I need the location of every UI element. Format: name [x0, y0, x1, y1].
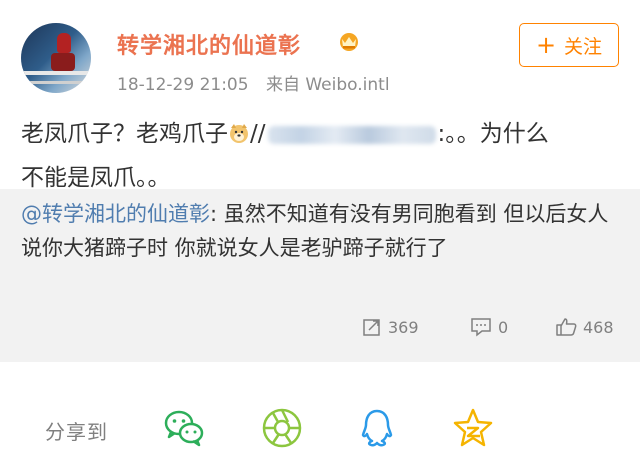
- post-header: 转学湘北的仙道彰 18-12-29 21:05 来自 Weibo.intl + …: [0, 0, 640, 100]
- thumbs-up-icon: [556, 318, 577, 336]
- moments-icon[interactable]: [260, 406, 304, 450]
- comment-count: 0: [498, 317, 509, 337]
- share-label: 分享到: [45, 420, 108, 444]
- doge-emoji-icon: [230, 124, 248, 143]
- plus-icon: +: [535, 31, 557, 59]
- post-meta: 18-12-29 21:05 来自 Weibo.intl: [117, 70, 402, 95]
- timestamp: 18-12-29 21:05: [117, 75, 249, 95]
- share-bar: 分享到: [0, 400, 640, 460]
- repost-box[interactable]: @转学湘北的仙道彰: 虽然不知道有没有男同胞看到 但以后女人说你大猪蹄子时 你就…: [0, 189, 640, 362]
- repost-count-button[interactable]: 369: [362, 314, 419, 340]
- crown-icon: [340, 33, 358, 51]
- post-separator: //: [250, 121, 266, 147]
- repost-icon: [363, 319, 380, 336]
- post-source: 来自 Weibo.intl: [265, 75, 390, 95]
- comment-count-button[interactable]: 0: [470, 314, 508, 340]
- post-content: 老凤爪子？老鸡爪子 //:。。为什么 不能是凤爪。。: [21, 112, 621, 200]
- like-count: 468: [583, 317, 614, 337]
- avatar[interactable]: [21, 23, 91, 93]
- comment-icon: [471, 318, 491, 337]
- wechat-icon[interactable]: [162, 406, 206, 450]
- post-text-b: :。。为什么: [437, 121, 549, 147]
- post-text-a: 老凤爪子？老鸡爪子: [21, 121, 228, 147]
- username[interactable]: 转学湘北的仙道彰: [117, 28, 301, 60]
- repost-count: 369: [388, 317, 419, 337]
- repost-mention[interactable]: @转学湘北的仙道彰: [21, 202, 210, 226]
- follow-label: 关注: [564, 35, 603, 58]
- follow-button[interactable]: + 关注: [519, 23, 619, 67]
- qzone-icon[interactable]: [451, 406, 495, 450]
- like-count-button[interactable]: 468: [555, 314, 614, 340]
- qq-icon[interactable]: [355, 406, 399, 450]
- repost-content: @转学湘北的仙道彰: 虽然不知道有没有男同胞看到 但以后女人说你大猪蹄子时 你就…: [21, 197, 621, 265]
- blurred-username: [267, 125, 436, 144]
